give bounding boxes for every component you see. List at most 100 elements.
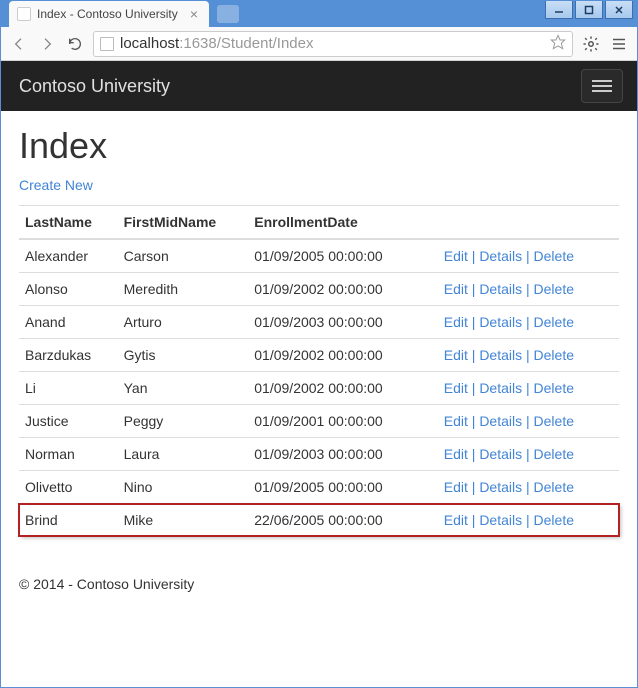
students-table: LastName FirstMidName EnrollmentDate Ale… [19,205,619,536]
cell-lastname: Barzdukas [19,339,118,372]
cell-enrollmentdate: 01/09/2002 00:00:00 [248,339,424,372]
cell-firstmidname: Peggy [118,405,249,438]
separator: | [522,248,533,264]
edit-link[interactable]: Edit [444,380,468,396]
table-row: BarzdukasGytis01/09/2002 00:00:00Edit | … [19,339,619,372]
separator: | [468,512,479,528]
site-navbar: Contoso University [1,61,637,111]
edit-link[interactable]: Edit [444,479,468,495]
separator: | [468,347,479,363]
url-host: localhost [120,35,179,52]
separator: | [522,413,533,429]
table-row: NormanLaura01/09/2003 00:00:00Edit | Det… [19,438,619,471]
edit-link[interactable]: Edit [444,314,468,330]
cell-firstmidname: Gytis [118,339,249,372]
cell-actions: Edit | Details | Delete [424,405,619,438]
tab-title: Index - Contoso University [37,7,187,21]
page-container: Index Create New LastName FirstMidName E… [1,111,637,556]
delete-link[interactable]: Delete [534,314,574,330]
cell-firstmidname: Arturo [118,306,249,339]
separator: | [522,512,533,528]
page-viewport: Contoso University Index Create New Last… [1,61,637,687]
page-icon [100,37,114,51]
cell-actions: Edit | Details | Delete [424,438,619,471]
address-bar[interactable]: localhost:1638/Student/Index [93,31,573,57]
separator: | [522,446,533,462]
details-link[interactable]: Details [479,347,522,363]
details-link[interactable]: Details [479,281,522,297]
reload-button[interactable] [65,34,85,54]
forward-button[interactable] [37,34,57,54]
details-link[interactable]: Details [479,413,522,429]
cell-actions: Edit | Details | Delete [424,339,619,372]
browser-tab-strip: Index - Contoso University × [1,0,637,27]
url-path: :1638/Student/Index [179,35,313,52]
delete-link[interactable]: Delete [534,446,574,462]
edit-link[interactable]: Edit [444,446,468,462]
tab-favicon [17,7,31,21]
edit-link[interactable]: Edit [444,413,468,429]
cell-actions: Edit | Details | Delete [424,504,619,537]
cell-actions: Edit | Details | Delete [424,372,619,405]
edit-link[interactable]: Edit [444,248,468,264]
edit-link[interactable]: Edit [444,281,468,297]
separator: | [468,479,479,495]
menu-icon[interactable] [609,34,629,54]
details-link[interactable]: Details [479,479,522,495]
navbar-toggle-button[interactable] [581,69,623,103]
bookmark-icon[interactable] [550,34,566,54]
delete-link[interactable]: Delete [534,512,574,528]
details-link[interactable]: Details [479,248,522,264]
window-maximize-button[interactable] [575,1,603,19]
table-row: BrindMike22/06/2005 00:00:00Edit | Detai… [19,504,619,537]
new-tab-button[interactable] [217,5,239,23]
table-header-row: LastName FirstMidName EnrollmentDate [19,206,619,240]
cell-enrollmentdate: 01/09/2005 00:00:00 [248,471,424,504]
separator: | [468,314,479,330]
separator: | [468,413,479,429]
delete-link[interactable]: Delete [534,281,574,297]
cell-lastname: Alonso [19,273,118,306]
hamburger-bar [592,90,612,92]
page-footer: © 2014 - Contoso University [1,556,637,612]
cell-enrollmentdate: 22/06/2005 00:00:00 [248,504,424,537]
back-button[interactable] [9,34,29,54]
cell-lastname: Li [19,372,118,405]
create-new-link[interactable]: Create New [19,177,93,193]
window-close-button[interactable] [605,1,633,19]
delete-link[interactable]: Delete [534,380,574,396]
table-row: OlivettoNino01/09/2005 00:00:00Edit | De… [19,471,619,504]
navbar-brand[interactable]: Contoso University [19,76,170,97]
table-row: AnandArturo01/09/2003 00:00:00 Edit | Det… [19,306,619,339]
delete-link[interactable]: Delete [534,248,574,264]
settings-icon[interactable] [581,34,601,54]
cell-lastname: Anand [19,306,118,339]
delete-link[interactable]: Delete [534,479,574,495]
delete-link[interactable]: Delete [534,413,574,429]
cell-lastname: Olivetto [19,471,118,504]
details-link[interactable]: Details [479,314,522,330]
cell-lastname: Justice [19,405,118,438]
window-minimize-button[interactable] [545,1,573,19]
edit-link[interactable]: Edit [444,347,468,363]
cell-enrollmentdate: 01/09/2003 00:00:00 [248,306,424,339]
delete-link[interactable]: Delete [534,347,574,363]
details-link[interactable]: Details [479,512,522,528]
cell-firstmidname: Mike [118,504,249,537]
separator: | [468,248,479,264]
details-link[interactable]: Details [479,446,522,462]
browser-toolbar: localhost:1638/Student/Index [1,27,637,61]
separator: | [522,479,533,495]
table-row: JusticePeggy01/09/2001 00:00:00Edit | De… [19,405,619,438]
col-actions [424,206,619,240]
cell-actions: Edit | Details | Delete [424,239,619,273]
cell-lastname: Alexander [19,239,118,273]
browser-tab[interactable]: Index - Contoso University × [9,1,209,27]
cell-actions: Edit | Details | Delete [424,273,619,306]
details-link[interactable]: Details [479,380,522,396]
edit-link[interactable]: Edit [444,512,468,528]
tab-close-button[interactable]: × [187,7,201,21]
separator: | [522,380,533,396]
col-enrollmentdate: EnrollmentDate [248,206,424,240]
separator: | [468,281,479,297]
